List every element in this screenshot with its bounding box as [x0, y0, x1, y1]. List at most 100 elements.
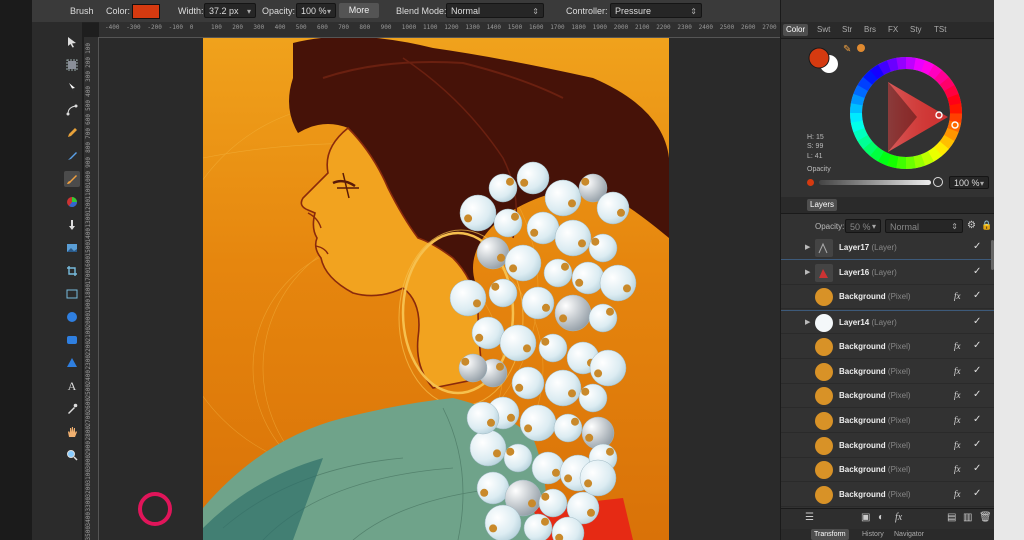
opacity-slider[interactable]	[819, 180, 931, 185]
fx-icon[interactable]: fx	[954, 489, 961, 499]
pen-icon[interactable]	[64, 102, 80, 118]
node-icon[interactable]	[64, 80, 80, 96]
layer-name-text: Background	[839, 341, 886, 351]
brush-color-swatch[interactable]	[132, 4, 160, 19]
layer-row[interactable]: Background (Pixel) fx ✓	[781, 360, 994, 384]
paint-brush-icon[interactable]	[64, 171, 80, 187]
marquee-icon[interactable]	[64, 57, 80, 73]
layer-row[interactable]: Background (Pixel) fx ✓	[781, 458, 994, 483]
layers-scrollbar[interactable]	[991, 240, 994, 270]
layer-type: (Pixel)	[887, 440, 911, 450]
swap-color-icon[interactable]	[857, 44, 865, 52]
tab-styles[interactable]: Sty	[907, 24, 925, 36]
layer-name: Background (Pixel)	[839, 441, 911, 450]
fx-icon[interactable]: fx	[954, 464, 961, 474]
visibility-check-icon[interactable]: ✓	[973, 389, 981, 400]
fx-icon[interactable]: fx	[954, 440, 961, 450]
fx-icon[interactable]: fx	[954, 415, 961, 425]
adjustment-icon[interactable]: ◐	[878, 512, 884, 523]
group-layer-icon[interactable]: ▥	[963, 512, 972, 523]
layer-row[interactable]: Background (Pixel) fx ✓	[781, 483, 994, 507]
layer-type: (Pixel)	[887, 366, 911, 376]
expand-triangle-icon[interactable]: ▶	[805, 243, 810, 251]
visibility-check-icon[interactable]: ✓	[973, 488, 981, 499]
lock-icon[interactable]: 🔒	[981, 220, 992, 231]
fx-icon[interactable]: fx	[895, 512, 902, 523]
visibility-check-icon[interactable]: ✓	[973, 414, 981, 425]
blend-mode-select[interactable]: Normal ⇕	[446, 3, 544, 18]
layer-row[interactable]: Background (Pixel) fx ✓	[781, 384, 994, 409]
layer-row[interactable]: Background (Pixel) fx ✓	[781, 285, 994, 310]
tab-fx[interactable]: FX	[885, 24, 901, 36]
ruler-tick-label: 1700	[85, 270, 92, 285]
move-icon[interactable]	[64, 34, 80, 50]
image-icon[interactable]	[64, 240, 80, 256]
visibility-check-icon[interactable]: ✓	[973, 463, 981, 474]
layer-row[interactable]: ▶ Layer17 (Layer) ✓	[781, 236, 994, 260]
tab-stroke[interactable]: Str	[839, 24, 855, 36]
layer-row[interactable]: Background (Pixel) fx ✓	[781, 409, 994, 433]
layer-row[interactable]: ▶ Layer14 (Layer) ✓	[781, 310, 994, 335]
color-picker-icon[interactable]	[64, 194, 80, 210]
add-layer-icon[interactable]: ▤	[947, 512, 956, 523]
fx-icon[interactable]: fx	[954, 390, 961, 400]
opacity-slider-handle[interactable]	[933, 177, 943, 187]
tab-history[interactable]: History	[859, 529, 887, 540]
primary-secondary-color[interactable]	[805, 44, 845, 78]
opacity-field[interactable]: 100 % ▾	[296, 3, 336, 18]
paint-brush-icon[interactable]	[64, 148, 80, 164]
rectangle-icon[interactable]	[64, 286, 80, 302]
expand-triangle-icon[interactable]: ▶	[805, 318, 810, 326]
visibility-check-icon[interactable]: ✓	[973, 316, 981, 327]
layer-blend-select[interactable]: Normal ⇕	[885, 219, 963, 233]
artwork[interactable]	[203, 38, 669, 540]
zoom-icon[interactable]	[64, 447, 80, 463]
tab-text-styles[interactable]: TSt	[931, 24, 949, 36]
text-glyph: A	[67, 378, 77, 393]
color-wheel[interactable]	[847, 54, 965, 172]
tab-color[interactable]: Color	[783, 24, 809, 36]
layer-row[interactable]: Background (Pixel) fx ✓	[781, 335, 994, 359]
crop-icon[interactable]	[64, 263, 80, 279]
rounded-rect-icon[interactable]	[64, 332, 80, 348]
expand-triangle-icon[interactable]: ▶	[805, 268, 810, 276]
width-field[interactable]: 37.2 px ▾	[204, 3, 256, 18]
ruler-tick-label: 2300	[85, 355, 92, 370]
ruler-tick-label: 2000	[85, 312, 92, 328]
controller-select[interactable]: Pressure ⇕	[610, 3, 702, 18]
fill-icon[interactable]	[64, 217, 80, 233]
text-icon[interactable]: A	[64, 378, 80, 394]
tab-layers[interactable]: Layers	[807, 199, 838, 211]
tab-swatches[interactable]: Swt	[814, 24, 833, 36]
trash-icon[interactable]: 🗑	[979, 512, 992, 523]
visibility-check-icon[interactable]: ✓	[973, 266, 981, 277]
hand-icon[interactable]	[64, 424, 80, 440]
canvas-area[interactable]	[99, 38, 780, 540]
layer-stack-icon[interactable]: ☰	[805, 512, 814, 523]
fx-icon[interactable]: fx	[954, 291, 961, 301]
visibility-check-icon[interactable]: ✓	[973, 340, 981, 351]
mask-icon[interactable]: ▣	[861, 512, 870, 523]
tab-navigator[interactable]: Navigator	[891, 529, 927, 540]
fx-icon[interactable]: fx	[954, 341, 961, 351]
fx-icon[interactable]: fx	[954, 366, 961, 376]
visibility-check-icon[interactable]: ✓	[973, 290, 981, 301]
layer-name-text: Background	[839, 415, 886, 425]
layer-row[interactable]: Background (Pixel) fx ✓	[781, 434, 994, 458]
layer-opacity-field[interactable]: 50 % ▾	[845, 219, 881, 233]
ruler-tick-label: 2500	[719, 24, 735, 31]
visibility-check-icon[interactable]: ✓	[973, 439, 981, 450]
ellipse-icon[interactable]	[64, 309, 80, 325]
eyedropper-icon[interactable]	[64, 401, 80, 417]
color-opacity-field[interactable]: 100 % ▾	[949, 176, 989, 189]
visibility-check-icon[interactable]: ✓	[973, 365, 981, 376]
layer-row[interactable]: ▶ Layer16 (Layer) ✓	[781, 261, 994, 285]
triangle-icon[interactable]	[64, 355, 80, 371]
gear-icon[interactable]: ⚙	[967, 220, 976, 231]
more-button[interactable]: More	[339, 3, 379, 18]
tab-brushes[interactable]: Brs	[861, 24, 879, 36]
tab-transform[interactable]: Transform	[811, 529, 849, 540]
color-opacity-value: 100 %	[954, 178, 980, 188]
pencil-icon[interactable]	[64, 125, 80, 141]
visibility-check-icon[interactable]: ✓	[973, 241, 981, 252]
